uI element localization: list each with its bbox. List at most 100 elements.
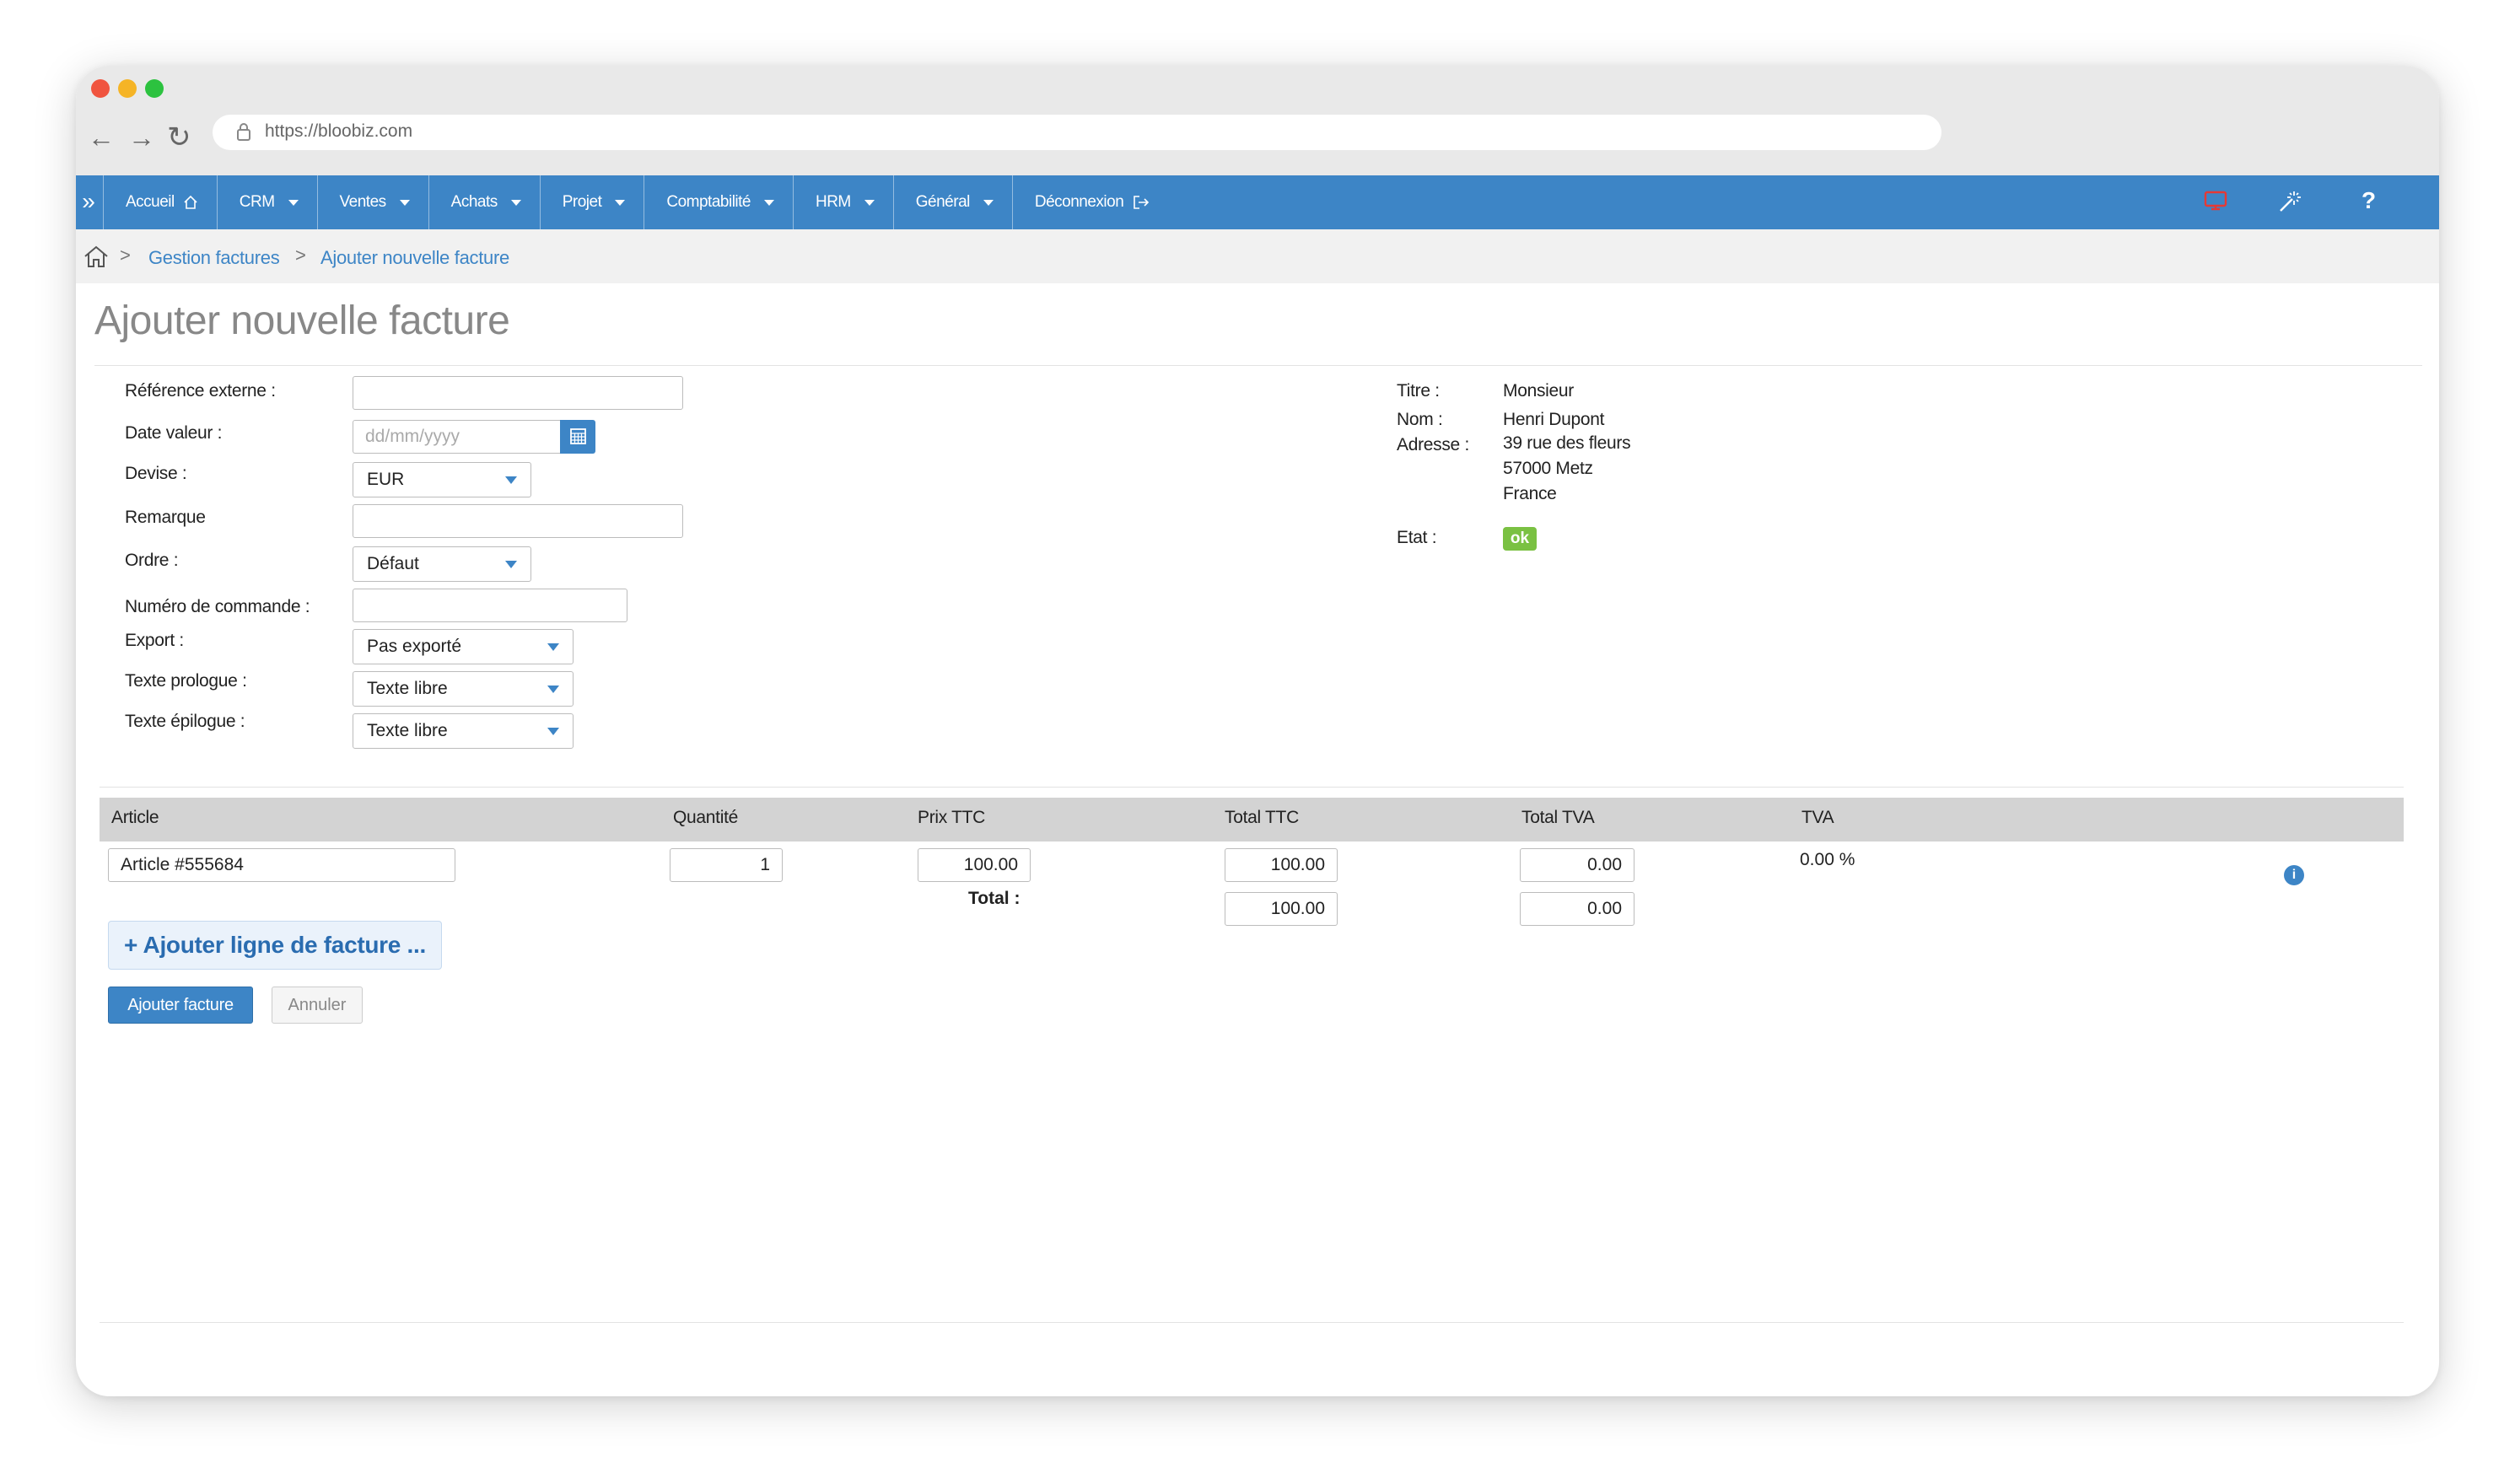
texte-prologue-label: Texte prologue :: [125, 671, 247, 691]
breadcrumb-separator: >: [120, 245, 131, 266]
devise-select[interactable]: EUR: [353, 462, 531, 497]
total-tva-input[interactable]: [1520, 848, 1634, 882]
lock-icon: [237, 123, 250, 141]
ordre-select[interactable]: Défaut: [353, 546, 531, 582]
column-header: TVA: [1801, 808, 1834, 827]
nom-label: Nom :: [1397, 410, 1443, 429]
address-bar[interactable]: https://bloobiz.com: [213, 115, 1941, 150]
chevron-down-icon: [615, 199, 626, 206]
date-valeur-label: Date valeur :: [125, 423, 223, 443]
magic-wand-icon[interactable]: [2277, 189, 2302, 214]
numero-commande-label: Numéro de commande :: [125, 597, 310, 616]
nav-item-label: HRM: [815, 193, 851, 211]
nav-item-label: CRM: [239, 193, 275, 211]
column-header: Total TVA: [1521, 808, 1595, 827]
nav-item-label: Comptabilité: [666, 193, 751, 211]
date-valeur-input[interactable]: [353, 420, 562, 454]
texte-prologue-value: Texte libre: [367, 679, 448, 698]
logout-icon: [1134, 196, 1150, 209]
nav-item-hrm[interactable]: HRM: [794, 175, 894, 229]
minimize-window-button[interactable]: [118, 79, 137, 98]
breadcrumb: > Gestion factures > Ajouter nouvelle fa…: [76, 229, 2439, 283]
nav-item-label: Projet: [562, 193, 602, 211]
nav-item-label: Achats: [450, 193, 498, 211]
divider: [100, 1322, 2404, 1323]
url-text: https://bloobiz.com: [265, 121, 413, 141]
nav-item-crm[interactable]: CRM: [218, 175, 318, 229]
nav-item-general[interactable]: Général: [894, 175, 1013, 229]
texte-epilogue-value: Texte libre: [367, 721, 448, 740]
column-header: Total TTC: [1225, 808, 1299, 827]
texte-epilogue-label: Texte épilogue :: [125, 712, 245, 731]
add-invoice-button[interactable]: Ajouter facture: [108, 987, 253, 1024]
total-ttc-sum: [1225, 892, 1338, 926]
divider: [94, 365, 2422, 366]
calendar-button[interactable]: [560, 420, 595, 454]
nav-item-accueil[interactable]: Accueil: [103, 175, 218, 229]
ref-externe-label: Référence externe :: [125, 381, 276, 401]
total-ttc-input[interactable]: [1225, 848, 1338, 882]
browser-window: ← → ↻ https://bloobiz.com » Accueil CRM: [76, 66, 2439, 1396]
nom-value: Henri Dupont: [1503, 410, 1605, 429]
home-icon[interactable]: [83, 245, 110, 268]
dropdown-arrow-icon: [547, 686, 559, 693]
article-input[interactable]: [108, 848, 455, 882]
add-invoice-line-button[interactable]: + Ajouter ligne de facture ...: [108, 921, 442, 970]
export-select[interactable]: Pas exporté: [353, 629, 574, 664]
nav-item-deconnexion[interactable]: Déconnexion: [1013, 175, 1169, 229]
export-label: Export :: [125, 631, 184, 650]
breadcrumb-separator: >: [295, 245, 306, 266]
nav-item-achats[interactable]: Achats: [429, 175, 541, 229]
chevron-down-icon: [510, 199, 521, 206]
nav-item-label: Accueil: [126, 193, 175, 211]
divider: [100, 787, 2404, 788]
nav-item-comptabilite[interactable]: Comptabilité: [644, 175, 794, 229]
quantite-input[interactable]: [670, 848, 783, 882]
sidebar-toggle-icon[interactable]: »: [79, 187, 98, 216]
prix-ttc-input[interactable]: [918, 848, 1031, 882]
devise-value: EUR: [367, 470, 405, 489]
nav-item-label: Déconnexion: [1034, 193, 1124, 211]
main-navbar: » Accueil CRM Ventes Achats Projet Compt…: [76, 175, 2439, 229]
total-tva-sum: [1520, 892, 1634, 926]
close-window-button[interactable]: [91, 79, 110, 98]
cancel-button[interactable]: Annuler: [272, 987, 363, 1024]
adresse-line3: France: [1503, 484, 1557, 503]
browser-chrome: ← → ↻ https://bloobiz.com: [76, 66, 2439, 175]
reload-icon[interactable]: ↻: [167, 123, 191, 152]
breadcrumb-current: Ajouter nouvelle facture: [320, 247, 509, 268]
dropdown-arrow-icon: [505, 561, 517, 568]
forward-arrow-icon[interactable]: →: [128, 123, 155, 152]
titre-value: Monsieur: [1503, 381, 1574, 401]
back-arrow-icon[interactable]: ←: [88, 123, 115, 152]
maximize-window-button[interactable]: [145, 79, 164, 98]
chevron-down-icon: [399, 199, 410, 206]
ordre-value: Défaut: [367, 554, 419, 573]
invoice-table-header: Article Quantité Prix TTC Total TTC Tota…: [100, 798, 2404, 841]
column-header: Article: [111, 808, 159, 827]
status-badge: ok: [1503, 527, 1537, 551]
devise-label: Devise :: [125, 464, 187, 483]
texte-epilogue-select[interactable]: Texte libre: [353, 713, 574, 749]
numero-commande-input[interactable]: [353, 589, 627, 622]
export-value: Pas exporté: [367, 637, 462, 656]
nav-item-ventes[interactable]: Ventes: [318, 175, 429, 229]
texte-prologue-select[interactable]: Texte libre: [353, 671, 574, 707]
dropdown-arrow-icon: [505, 476, 517, 484]
screen-share-icon[interactable]: [2203, 189, 2228, 212]
dropdown-arrow-icon: [547, 643, 559, 651]
calendar-icon: [570, 428, 586, 444]
column-header: Quantité: [673, 808, 738, 827]
nav-item-projet[interactable]: Projet: [541, 175, 645, 229]
breadcrumb-gestion-factures[interactable]: Gestion factures: [148, 247, 280, 269]
home-icon: [184, 195, 197, 209]
remarque-label: Remarque: [125, 508, 206, 527]
dropdown-arrow-icon: [547, 728, 559, 735]
chevron-down-icon: [864, 199, 875, 206]
remarque-input[interactable]: [353, 504, 683, 538]
adresse-label: Adresse :: [1397, 435, 1470, 454]
info-icon[interactable]: i: [2284, 865, 2304, 885]
help-icon[interactable]: ?: [2362, 187, 2376, 214]
etat-label: Etat :: [1397, 528, 1437, 547]
ref-externe-input[interactable]: [353, 376, 683, 410]
